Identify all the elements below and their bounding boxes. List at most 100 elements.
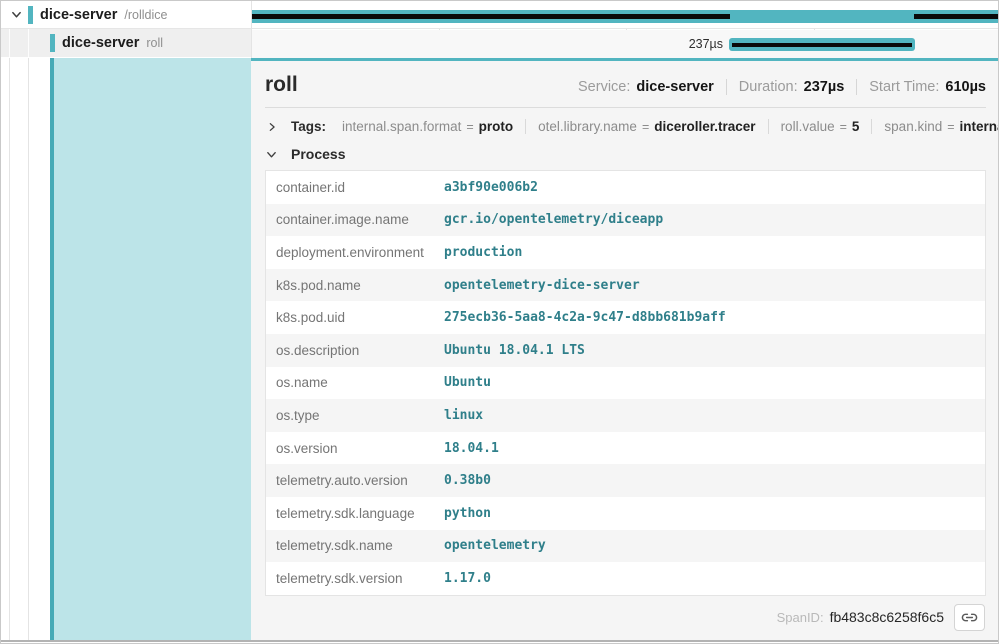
- indent-guide: [9, 58, 10, 640]
- process-key: os.description: [266, 343, 444, 358]
- tags-section-header[interactable]: Tags: internal.span.format = proto otel.…: [265, 108, 986, 137]
- trace-timeline: 237µs: [251, 1, 999, 58]
- process-key: k8s.pod.uid: [266, 310, 444, 325]
- bottom-divider: [1, 640, 998, 642]
- start-time-value: 610µs: [945, 79, 986, 95]
- jaeger-span-detail-view: dice-server /rolldice dice-server roll 2…: [0, 0, 999, 644]
- process-section-header[interactable]: Process: [265, 137, 986, 164]
- table-row: container.id a3bf90e006b2: [266, 171, 985, 204]
- process-key: container.image.name: [266, 212, 444, 227]
- process-key: telemetry.sdk.version: [266, 571, 444, 586]
- span-row-roll[interactable]: dice-server roll: [1, 29, 251, 57]
- tag-item: roll.value = 5: [768, 119, 872, 134]
- table-row: os.type linux: [266, 399, 985, 432]
- detail-header: roll Service: dice-server Duration: 237µ…: [265, 61, 986, 97]
- indent-guide: [28, 29, 29, 57]
- process-value: production: [444, 245, 522, 260]
- process-key: os.version: [266, 441, 444, 456]
- span-row-rolldice[interactable]: dice-server /rolldice: [1, 1, 251, 29]
- span-operation-name: /rolldice: [124, 8, 167, 22]
- span-service-name: dice-server: [62, 35, 139, 51]
- tag-value: internal: [960, 119, 999, 134]
- process-value: opentelemetry-dice-server: [444, 278, 640, 293]
- table-row: telemetry.sdk.version 1.17.0: [266, 562, 985, 595]
- process-value: linux: [444, 408, 483, 423]
- link-icon: [961, 609, 978, 626]
- span-service-name: dice-server: [40, 7, 117, 23]
- table-row: telemetry.sdk.language python: [266, 497, 985, 530]
- table-row: os.description Ubuntu 18.04.1 LTS: [266, 334, 985, 367]
- self-time-stripe: [732, 43, 912, 47]
- spanid-value: fb483c8c6258f6c5: [830, 609, 944, 625]
- tag-equals: =: [840, 120, 847, 134]
- process-value: opentelemetry: [444, 538, 546, 553]
- chevron-down-icon[interactable]: [10, 9, 22, 21]
- process-key: container.id: [266, 180, 444, 195]
- duration-value: 237µs: [804, 79, 845, 95]
- tag-equals: =: [642, 120, 649, 134]
- process-value: Ubuntu: [444, 375, 491, 390]
- process-value: gcr.io/opentelemetry/diceapp: [444, 212, 663, 227]
- tag-equals: =: [947, 120, 954, 134]
- tag-key: roll.value: [781, 119, 835, 134]
- spanid-label: SpanID:: [777, 610, 824, 625]
- table-row: k8s.pod.uid 275ecb36-5aa8-4c2a-9c47-d8bb…: [266, 301, 985, 334]
- span-color-indicator: [28, 6, 33, 24]
- indent-guide: [28, 58, 29, 640]
- process-value: 1.17.0: [444, 571, 491, 586]
- process-heading: Process: [291, 146, 345, 162]
- span-operation-name: roll: [146, 36, 163, 50]
- process-key: telemetry.auto.version: [266, 473, 444, 488]
- tag-key: span.kind: [884, 119, 942, 134]
- service-label: Service:: [578, 79, 630, 95]
- process-value: 275ecb36-5aa8-4c2a-9c47-d8bb681b9aff: [444, 310, 726, 325]
- tag-value: diceroller.tracer: [654, 119, 755, 134]
- tag-key: internal.span.format: [342, 119, 461, 134]
- chevron-down-icon[interactable]: [265, 148, 277, 160]
- span-duration-label: 237µs: [252, 30, 723, 58]
- chevron-right-icon[interactable]: [267, 121, 277, 133]
- self-time-stripe: [914, 14, 999, 19]
- roll-span-bar[interactable]: [729, 38, 915, 51]
- table-row: deployment.environment production: [266, 236, 985, 269]
- selected-span-gutter: [1, 58, 251, 640]
- process-key: telemetry.sdk.language: [266, 506, 444, 521]
- timeline-row-rolldice[interactable]: [252, 1, 999, 29]
- process-key: telemetry.sdk.name: [266, 538, 444, 553]
- span-tree: dice-server /rolldice dice-server roll: [1, 1, 251, 58]
- process-value: python: [444, 506, 491, 521]
- duration-label: Duration:: [739, 79, 798, 95]
- process-key: deployment.environment: [266, 245, 444, 260]
- span-color-indicator: [50, 34, 55, 52]
- tag-value: 5: [852, 119, 860, 134]
- table-row: os.name Ubuntu: [266, 367, 985, 400]
- table-row: container.image.name gcr.io/opentelemetr…: [266, 204, 985, 237]
- process-value: a3bf90e006b2: [444, 180, 538, 195]
- tag-item: span.kind = internal: [871, 119, 999, 134]
- tag-item: internal.span.format = proto: [330, 119, 525, 134]
- process-table: container.id a3bf90e006b2 container.imag…: [265, 170, 986, 596]
- timeline-row-roll[interactable]: 237µs: [252, 30, 999, 58]
- span-detail-panel: roll Service: dice-server Duration: 237µ…: [251, 58, 999, 640]
- copy-link-button[interactable]: [954, 604, 985, 631]
- service-value: dice-server: [636, 79, 713, 95]
- table-row: os.version 18.04.1: [266, 432, 985, 465]
- detail-footer: SpanID: fb483c8c6258f6c5: [265, 604, 986, 631]
- span-summary: Service: dice-server Duration: 237µs Sta…: [578, 79, 986, 97]
- tags-heading: Tags:: [291, 119, 326, 134]
- indent-guide: [9, 29, 10, 57]
- root-span-bar[interactable]: [252, 10, 999, 23]
- span-title: roll: [265, 73, 298, 97]
- process-key: k8s.pod.name: [266, 278, 444, 293]
- process-value: Ubuntu 18.04.1 LTS: [444, 343, 585, 358]
- tag-equals: =: [466, 120, 473, 134]
- tag-item: otel.library.name = diceroller.tracer: [525, 119, 767, 134]
- selection-highlight: [54, 58, 251, 640]
- start-time-label: Start Time:: [869, 79, 939, 95]
- self-time-stripe: [252, 14, 730, 19]
- table-row: telemetry.auto.version 0.38b0: [266, 464, 985, 497]
- table-row: telemetry.sdk.name opentelemetry: [266, 530, 985, 563]
- process-key: os.name: [266, 375, 444, 390]
- table-row: k8s.pod.name opentelemetry-dice-server: [266, 269, 985, 302]
- tag-key: otel.library.name: [538, 119, 637, 134]
